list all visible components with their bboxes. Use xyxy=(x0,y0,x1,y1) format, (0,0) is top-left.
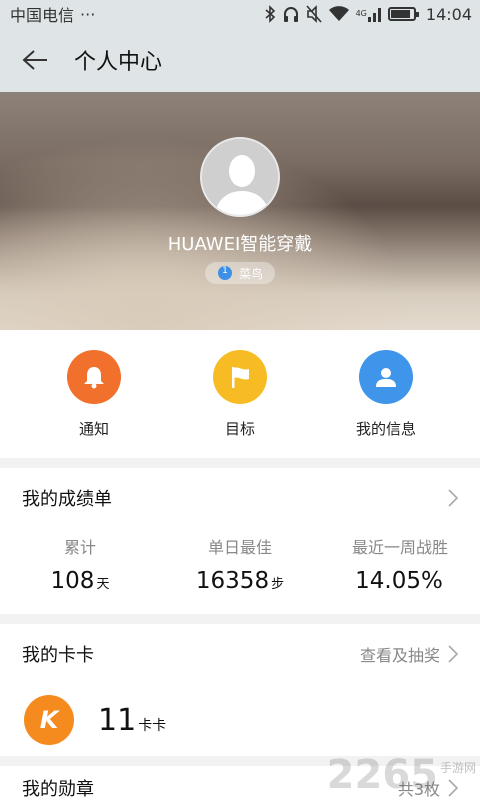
stat-best-day: 单日最佳 16358 步 xyxy=(195,538,285,594)
stat-week-beat: 最近一周战胜 14.05% xyxy=(351,538,448,594)
chevron-right-icon xyxy=(448,645,458,663)
goals-button[interactable]: 目标 xyxy=(180,350,300,439)
battery-icon xyxy=(387,7,419,21)
notifications-label: 通知 xyxy=(78,420,109,438)
kaka-header[interactable]: 我的卡卡 查看及抽奖 xyxy=(0,624,480,684)
wifi-icon xyxy=(328,6,350,22)
kaka-balance: K 11 卡卡 xyxy=(0,684,480,756)
status-bar: 中国电信 ··· 4G 14:04 xyxy=(0,0,480,28)
goals-label: 目标 xyxy=(224,420,255,438)
username: HUAWEI智能穿戴 xyxy=(167,234,313,255)
site-watermark: 2265 手游网 xyxy=(326,752,476,798)
scorecard-title: 我的成绩单 xyxy=(22,489,112,510)
kaka-card: 我的卡卡 查看及抽奖 K 11 卡卡 xyxy=(0,624,480,756)
medals-title: 我的勋章 xyxy=(22,779,94,800)
level-name: 菜鸟 xyxy=(238,266,263,281)
kaka-coin-icon: K xyxy=(24,695,74,745)
my-info-label: 我的信息 xyxy=(355,420,416,438)
more-notifications: ··· xyxy=(80,4,96,24)
bell-icon xyxy=(67,350,121,404)
avatar[interactable] xyxy=(200,137,280,217)
scorecard-card: 我的成绩单 累计 108 天 单日最佳 16358 步 最近一周战胜 14.05% xyxy=(0,468,480,614)
kaka-count: 11 xyxy=(98,702,137,738)
mute-icon xyxy=(305,5,322,23)
scorecard-header[interactable]: 我的成绩单 xyxy=(0,468,480,528)
chevron-right-icon xyxy=(448,489,458,507)
kaka-title: 我的卡卡 xyxy=(22,645,94,666)
app-header: 个人中心 xyxy=(0,28,480,92)
notifications-button[interactable]: 通知 xyxy=(34,350,154,439)
flag-icon xyxy=(213,350,267,404)
scorecard-stats: 累计 108 天 单日最佳 16358 步 最近一周战胜 14.05% xyxy=(0,528,480,612)
level-medal-icon: 1 xyxy=(217,265,233,281)
clock: 14:04 xyxy=(425,4,472,24)
signal-icon: 4G xyxy=(356,6,382,22)
back-button[interactable] xyxy=(0,28,70,92)
page-title: 个人中心 xyxy=(74,50,163,75)
kaka-unit: 卡卡 xyxy=(138,717,167,734)
profile-banner: HUAWEI智能穿戴 1 菜鸟 xyxy=(0,92,480,330)
my-info-button[interactable]: 我的信息 xyxy=(326,350,446,439)
level-badge[interactable]: 1 菜鸟 xyxy=(205,262,275,284)
headphones-icon xyxy=(282,5,300,23)
person-icon xyxy=(359,350,413,404)
bluetooth-icon xyxy=(264,5,276,23)
stat-total-days: 累计 108 天 xyxy=(50,538,110,594)
quick-actions: 通知 目标 我的信息 xyxy=(0,330,480,458)
kaka-link[interactable]: 查看及抽奖 xyxy=(360,642,440,666)
back-arrow-icon xyxy=(22,50,47,70)
default-avatar-icon xyxy=(214,155,270,215)
carrier-name: 中国电信 xyxy=(10,6,75,25)
